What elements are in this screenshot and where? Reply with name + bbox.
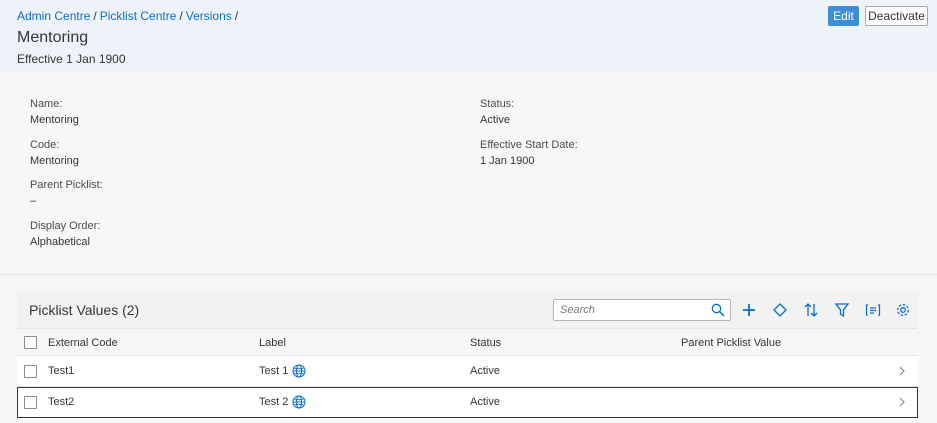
code-label: Code: [30, 139, 60, 151]
add-icon[interactable] [740, 301, 758, 319]
status-value: Active [480, 114, 510, 126]
status-label: Status: [480, 98, 515, 110]
select-all-checkbox[interactable] [24, 336, 37, 349]
breadcrumb-picklist-centre[interactable]: Picklist Centre [100, 9, 177, 23]
settings-icon[interactable] [894, 301, 912, 319]
row-checkbox[interactable] [24, 396, 37, 409]
breadcrumb: Admin Centre / Picklist Centre / Versions / [17, 9, 241, 23]
edit-button[interactable]: Edit [828, 6, 859, 26]
page-title: Mentoring [17, 29, 89, 46]
name-label: Name: [30, 98, 63, 110]
breadcrumb-versions[interactable]: Versions [186, 9, 232, 23]
column-external-code[interactable]: External Code [48, 337, 118, 349]
row-label: Test 2 [259, 396, 289, 408]
row-status: Active [470, 365, 500, 377]
row-external-code: Test1 [48, 365, 75, 377]
group-icon[interactable] [864, 301, 882, 319]
row-status: Active [470, 396, 500, 408]
column-status[interactable]: Status [470, 337, 501, 349]
diamond-icon[interactable] [771, 301, 789, 319]
table-column-header: External Code Label Status Parent Pickli… [17, 328, 918, 356]
globe-icon[interactable] [292, 395, 306, 409]
deactivate-button[interactable]: Deactivate [865, 6, 928, 26]
table-title: Picklist Values (2) [29, 302, 140, 318]
display-order-value: Alphabetical [30, 236, 90, 248]
chevron-right-icon[interactable] [897, 365, 907, 377]
row-label: Test 1 [259, 365, 289, 377]
parent-picklist-value: – [30, 195, 37, 207]
object-page-header: Admin Centre / Picklist Centre / Versions / M… [0, 0, 937, 73]
breadcrumb-admin-centre[interactable]: Admin Centre [17, 9, 90, 23]
search-icon[interactable] [711, 303, 725, 317]
effective-start-date-value: 1 Jan 1900 [480, 155, 535, 167]
name-value: Mentoring [30, 114, 79, 126]
parent-picklist-label: Parent Picklist: [30, 179, 103, 191]
search-field[interactable] [553, 299, 731, 321]
search-input[interactable] [554, 300, 704, 320]
column-parent-picklist-value[interactable]: Parent Picklist Value [681, 337, 781, 349]
filter-icon[interactable] [833, 301, 851, 319]
breadcrumb-separator: / [93, 9, 97, 23]
display-order-label: Display Order: [30, 220, 101, 232]
column-label[interactable]: Label [259, 337, 286, 349]
row-external-code: Test2 [48, 396, 75, 408]
effective-start-date-label: Effective Start Date: [480, 139, 578, 151]
picklist-values-table: Picklist Values (2) Search External Code… [17, 292, 918, 419]
code-value: Mentoring [30, 155, 79, 167]
details-section: Name: Mentoring Code: Mentoring Parent P… [0, 73, 937, 275]
row-checkbox[interactable] [24, 365, 37, 378]
page-subtitle: Effective 1 Jan 1900 [17, 52, 126, 66]
sort-icon[interactable] [802, 301, 820, 319]
breadcrumb-separator: / [179, 9, 183, 23]
table-row[interactable]: Test2 Test 2 Active [17, 387, 918, 418]
table-toolbar: Picklist Values (2) [17, 292, 918, 328]
globe-icon[interactable] [292, 364, 306, 378]
breadcrumb-separator: / [234, 9, 239, 23]
chevron-right-icon[interactable] [897, 396, 907, 408]
table-row[interactable]: Test1 Test 1 Active [17, 356, 918, 387]
